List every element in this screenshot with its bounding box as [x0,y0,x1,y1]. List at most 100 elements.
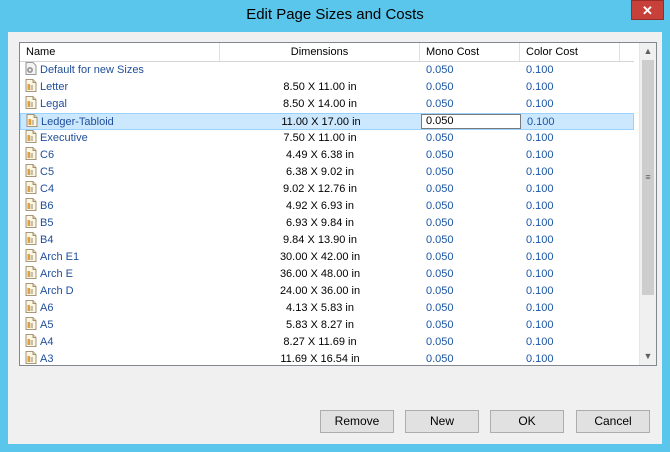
cell-color-cost[interactable]: 0.100 [526,198,616,215]
cell-mono-cost[interactable]: 0.050 [426,62,521,79]
table-row[interactable]: A4 8.27 X 11.69 in 0.050 0.100 [20,334,634,351]
cell-dimensions [220,62,420,79]
table-row[interactable]: A3 11.69 X 16.54 in 0.050 0.100 [20,351,634,365]
cell-color-cost[interactable]: 0.100 [526,317,616,334]
scroll-up-icon[interactable]: ▲ [640,43,656,60]
cell-name: A6 [25,300,220,317]
page-sizes-list[interactable]: Name Dimensions Mono Cost Color Cost Def… [19,42,657,366]
close-button[interactable]: ✕ [631,0,664,20]
scroll-thumb[interactable]: ≡ [642,60,654,295]
cell-dimensions: 4.13 X 5.83 in [286,302,354,314]
column-header-name[interactable]: Name [20,43,220,61]
cell-name: Arch D [25,283,220,300]
row-name-label: Arch D [40,285,74,297]
cell-color-cost[interactable]: 0.100 [526,266,616,283]
table-row[interactable]: Default for new Sizes 0.050 0.100 [20,62,634,79]
cell-color-cost[interactable]: 0.100 [526,215,616,232]
table-row[interactable]: A6 4.13 X 5.83 in 0.050 0.100 [20,300,634,317]
list-header: Name Dimensions Mono Cost Color Cost [20,43,634,62]
page-icon [25,266,37,279]
page-icon [25,147,37,160]
cell-mono-cost[interactable]: 0.050 [426,334,521,351]
cell-mono-cost[interactable]: 0.050 [426,317,521,334]
cell-dimensions: 6.38 X 9.02 in [286,166,354,178]
cell-mono-cost[interactable]: 0.050 [426,266,521,283]
cell-color-cost[interactable]: 0.100 [526,164,616,181]
cell-dimensions: 11.00 X 17.00 in [281,116,361,128]
cell-color-cost[interactable]: 0.100 [526,351,616,365]
vertical-scrollbar[interactable]: ▲ ≡ ▼ [639,43,656,365]
scroll-down-icon[interactable]: ▼ [640,348,656,365]
cell-color-cost[interactable]: 0.100 [526,62,616,79]
table-row[interactable]: Arch D 24.00 X 36.00 in 0.050 0.100 [20,283,634,300]
cell-mono-cost[interactable]: 0.050 [426,232,521,249]
mono-cost-edit-field[interactable]: 0.050 [421,114,521,129]
cell-mono-cost[interactable]: 0.050 [426,300,521,317]
page-icon [25,198,37,211]
cell-mono-cost[interactable]: 0.050 [426,198,521,215]
row-name-label: C6 [40,149,55,161]
page-icon [25,249,37,262]
cancel-button[interactable]: Cancel [576,410,650,433]
table-row[interactable]: B4 9.84 X 13.90 in 0.050 0.100 [20,232,634,249]
row-name-label: C4 [40,183,55,195]
cell-color-cost[interactable]: 0.100 [526,283,616,300]
table-row[interactable]: B6 4.92 X 6.93 in 0.050 0.100 [20,198,634,215]
table-row[interactable]: Arch E1 30.00 X 42.00 in 0.050 0.100 [20,249,634,266]
cell-mono-cost[interactable]: 0.050 [426,351,521,365]
new-button[interactable]: New [405,410,479,433]
table-row[interactable]: Letter 8.50 X 11.00 in 0.050 0.100 [20,79,634,96]
cell-mono-cost[interactable]: 0.050 [426,96,521,113]
cell-mono-cost[interactable]: 0.050 [426,130,521,147]
table-row[interactable]: B5 6.93 X 9.84 in 0.050 0.100 [20,215,634,232]
cell-color-cost[interactable]: 0.100 [526,79,616,96]
table-row[interactable]: C6 4.49 X 6.38 in 0.050 0.100 [20,147,634,164]
cell-mono-cost[interactable]: 0.050 [426,283,521,300]
page-icon [25,96,37,109]
cell-dimensions: 30.00 X 42.00 in [279,251,361,263]
table-row[interactable]: C4 9.02 X 12.76 in 0.050 0.100 [20,181,634,198]
cell-color-cost[interactable]: 0.100 [526,232,616,249]
cell-color-cost[interactable]: 0.100 [526,130,616,147]
cell-mono-cost[interactable]: 0.050 [426,181,521,198]
table-row[interactable]: Ledger-Tabloid 11.00 X 17.00 in 0.050 0.100 [20,113,634,130]
cell-mono-cost[interactable]: 0.050 [426,249,521,266]
cell-mono-cost[interactable]: 0.050 [426,164,521,181]
row-name-label: A4 [40,336,54,348]
cell-color-cost[interactable]: 0.100 [526,181,616,198]
cell-dimensions: 4.92 X 6.93 in [286,200,354,212]
column-header-color-cost[interactable]: Color Cost [520,43,620,61]
column-header-dimensions[interactable]: Dimensions [220,43,420,61]
table-row[interactable]: C5 6.38 X 9.02 in 0.050 0.100 [20,164,634,181]
cell-color-cost[interactable]: 0.100 [526,334,616,351]
cell-color-cost[interactable]: 0.100 [526,300,616,317]
page-icon [25,317,37,330]
cell-color-cost[interactable]: 0.100 [526,147,616,164]
table-row[interactable]: Legal 8.50 X 14.00 in 0.050 0.100 [20,96,634,113]
cell-color-cost[interactable]: 0.100 [527,114,617,131]
table-row[interactable]: A5 5.83 X 8.27 in 0.050 0.100 [20,317,634,334]
ok-button[interactable]: OK [490,410,564,433]
cell-mono-cost[interactable]: 0.050 [426,147,521,164]
cell-dimensions: 9.02 X 12.76 in [282,183,357,195]
column-header-mono-cost[interactable]: Mono Cost [420,43,520,61]
row-name-label: Letter [40,81,69,93]
page-icon [25,164,37,177]
cell-dimensions: 9.84 X 13.90 in [282,234,357,246]
table-row[interactable]: Arch E 36.00 X 48.00 in 0.050 0.100 [20,266,634,283]
table-row[interactable]: Executive 7.50 X 11.00 in 0.050 0.100 [20,130,634,147]
dialog-body: Name Dimensions Mono Cost Color Cost Def… [8,32,662,444]
cell-mono-cost[interactable]: 0.050 [426,215,521,232]
title-bar[interactable]: Edit Page Sizes and Costs ✕ [0,0,670,32]
row-name-label: B4 [40,234,54,246]
cell-mono-cost[interactable]: 0.050 [426,79,521,96]
cell-color-cost[interactable]: 0.100 [526,249,616,266]
remove-button[interactable]: Remove [320,410,394,433]
cell-name: Ledger-Tabloid [26,114,221,131]
cell-name: B4 [25,232,220,249]
cell-name: C5 [25,164,220,181]
cell-name: B5 [25,215,220,232]
cell-dimensions: 5.83 X 8.27 in [286,319,354,331]
cell-color-cost[interactable]: 0.100 [526,96,616,113]
cell-name: B6 [25,198,220,215]
